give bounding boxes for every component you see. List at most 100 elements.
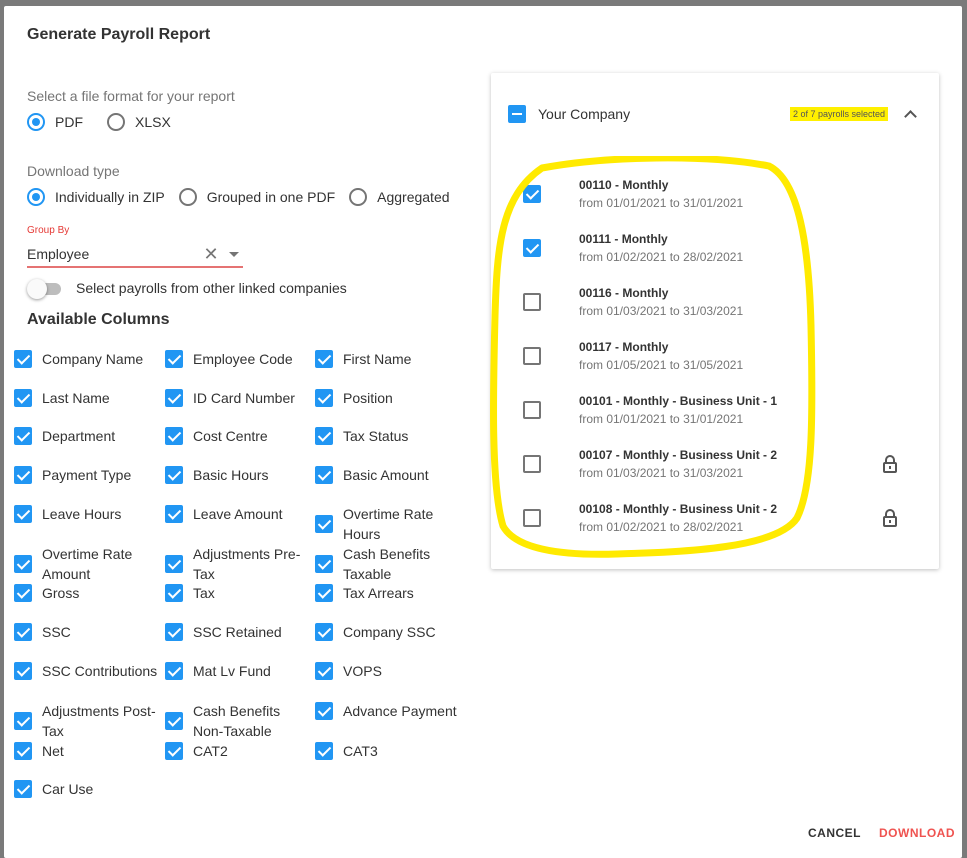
column-checkbox[interactable] xyxy=(315,515,333,533)
radio-pdf-indicator[interactable] xyxy=(27,113,45,131)
payroll-checkbox[interactable] xyxy=(523,239,541,257)
column-option[interactable]: Advance Payment xyxy=(315,701,460,721)
column-checkbox[interactable] xyxy=(14,505,32,523)
toggle-thumb[interactable] xyxy=(27,279,47,299)
column-checkbox[interactable] xyxy=(14,662,32,680)
group-by-value[interactable]: Employee xyxy=(27,246,201,262)
column-checkbox[interactable] xyxy=(165,712,183,730)
payroll-row[interactable]: 00107 - Monthly - Business Unit - 2 from … xyxy=(523,444,923,484)
radio-grouped-pdf-indicator[interactable] xyxy=(178,188,197,206)
column-option[interactable]: Cash Benefits Taxable xyxy=(315,544,460,584)
payroll-checkbox[interactable] xyxy=(523,347,541,365)
column-checkbox[interactable] xyxy=(165,466,183,484)
radio-xlsx[interactable]: XLSX xyxy=(107,113,171,131)
column-option[interactable]: Basic Hours xyxy=(165,465,310,485)
column-checkbox[interactable] xyxy=(165,742,183,760)
payroll-checkbox[interactable] xyxy=(523,401,541,419)
column-option[interactable]: Tax Status xyxy=(315,426,460,446)
column-option[interactable]: Adjustments Post-Tax xyxy=(14,701,159,741)
column-option[interactable]: Mat Lv Fund xyxy=(165,661,310,681)
column-checkbox[interactable] xyxy=(14,584,32,602)
payroll-checkbox[interactable] xyxy=(523,185,541,203)
column-checkbox[interactable] xyxy=(315,466,333,484)
column-option[interactable]: Car Use xyxy=(14,779,159,799)
column-checkbox[interactable] xyxy=(165,350,183,368)
radio-xlsx-indicator[interactable] xyxy=(107,113,125,131)
column-option[interactable]: Company SSC xyxy=(315,622,460,642)
radio-individually-zip[interactable]: Individually in ZIP xyxy=(27,188,165,206)
column-option[interactable]: Cost Centre xyxy=(165,426,310,446)
column-option[interactable]: Tax Arrears xyxy=(315,583,460,603)
radio-individually-zip-indicator[interactable] xyxy=(27,188,45,206)
column-option[interactable]: Employee Code xyxy=(165,349,310,369)
column-option[interactable]: Leave Hours xyxy=(14,504,159,524)
column-option[interactable]: Tax xyxy=(165,583,310,603)
column-option[interactable]: SSC Contributions xyxy=(14,661,159,681)
column-checkbox[interactable] xyxy=(315,662,333,680)
radio-aggregated-indicator[interactable] xyxy=(349,188,368,206)
column-option[interactable]: Last Name xyxy=(14,388,159,408)
column-option[interactable]: Overtime Rate Amount xyxy=(14,544,159,584)
column-checkbox[interactable] xyxy=(315,427,333,445)
column-checkbox[interactable] xyxy=(315,584,333,602)
cancel-button[interactable]: CANCEL xyxy=(808,826,861,840)
payroll-row[interactable]: 00116 - Monthly from 01/03/2021 to 31/03/… xyxy=(523,282,923,322)
column-option[interactable]: Position xyxy=(315,388,460,408)
column-checkbox[interactable] xyxy=(165,427,183,445)
payroll-row[interactable]: 00101 - Monthly - Business Unit - 1 from … xyxy=(523,390,923,430)
column-checkbox[interactable] xyxy=(315,742,333,760)
column-checkbox[interactable] xyxy=(315,555,333,573)
column-checkbox[interactable] xyxy=(14,780,32,798)
payroll-checkbox[interactable] xyxy=(523,509,541,527)
column-option[interactable]: Cash Benefits Non-Taxable xyxy=(165,701,310,741)
payroll-checkbox[interactable] xyxy=(523,455,541,473)
column-option[interactable]: ID Card Number xyxy=(165,388,310,408)
column-option[interactable]: Overtime Rate Hours xyxy=(315,504,460,544)
column-checkbox[interactable] xyxy=(14,389,32,407)
column-checkbox[interactable] xyxy=(165,505,183,523)
column-option[interactable]: Net xyxy=(14,741,159,761)
column-checkbox[interactable] xyxy=(165,584,183,602)
column-checkbox[interactable] xyxy=(14,427,32,445)
company-select-checkbox[interactable] xyxy=(508,105,526,123)
column-checkbox[interactable] xyxy=(315,350,333,368)
chevron-up-icon[interactable] xyxy=(904,109,917,123)
payroll-row[interactable]: 00110 - Monthly from 01/01/2021 to 31/01/… xyxy=(523,174,923,214)
payroll-row[interactable]: 00117 - Monthly from 01/05/2021 to 31/05/… xyxy=(523,336,923,376)
column-checkbox[interactable] xyxy=(14,350,32,368)
column-option[interactable]: Gross xyxy=(14,583,159,603)
column-option[interactable]: Adjustments Pre-Tax xyxy=(165,544,310,584)
column-option[interactable]: CAT3 xyxy=(315,741,460,761)
linked-companies-toggle[interactable] xyxy=(27,278,63,299)
column-option[interactable]: CAT2 xyxy=(165,741,310,761)
column-checkbox[interactable] xyxy=(165,662,183,680)
column-option[interactable]: SSC Retained xyxy=(165,622,310,642)
radio-aggregated[interactable]: Aggregated xyxy=(349,188,450,206)
column-option[interactable]: Payment Type xyxy=(14,465,159,485)
column-option[interactable]: SSC xyxy=(14,622,159,642)
column-option[interactable]: Company Name xyxy=(14,349,159,369)
group-by-select[interactable]: Employee ✕ xyxy=(27,242,243,268)
payroll-row[interactable]: 00111 - Monthly from 01/02/2021 to 28/02/… xyxy=(523,228,923,268)
column-checkbox[interactable] xyxy=(315,623,333,641)
column-checkbox[interactable] xyxy=(14,623,32,641)
column-option[interactable]: VOPS xyxy=(315,661,460,681)
column-option[interactable]: Leave Amount xyxy=(165,504,310,524)
column-option[interactable]: Department xyxy=(14,426,159,446)
column-checkbox[interactable] xyxy=(165,389,183,407)
column-option[interactable]: First Name xyxy=(315,349,460,369)
column-checkbox[interactable] xyxy=(315,702,333,720)
company-header[interactable]: Your Company 2 of 7 payrolls selected xyxy=(508,103,923,125)
payroll-row[interactable]: 00108 - Monthly - Business Unit - 2 from … xyxy=(523,498,923,538)
column-checkbox[interactable] xyxy=(14,742,32,760)
clear-icon[interactable]: ✕ xyxy=(201,245,221,263)
payroll-checkbox[interactable] xyxy=(523,293,541,311)
column-checkbox[interactable] xyxy=(165,623,183,641)
column-checkbox[interactable] xyxy=(14,466,32,484)
column-checkbox[interactable] xyxy=(165,555,183,573)
caret-down-icon[interactable] xyxy=(229,251,239,257)
radio-grouped-pdf[interactable]: Grouped in one PDF xyxy=(178,188,335,206)
download-button[interactable]: DOWNLOAD xyxy=(879,826,955,840)
column-checkbox[interactable] xyxy=(14,555,32,573)
radio-pdf[interactable]: PDF xyxy=(27,113,83,131)
